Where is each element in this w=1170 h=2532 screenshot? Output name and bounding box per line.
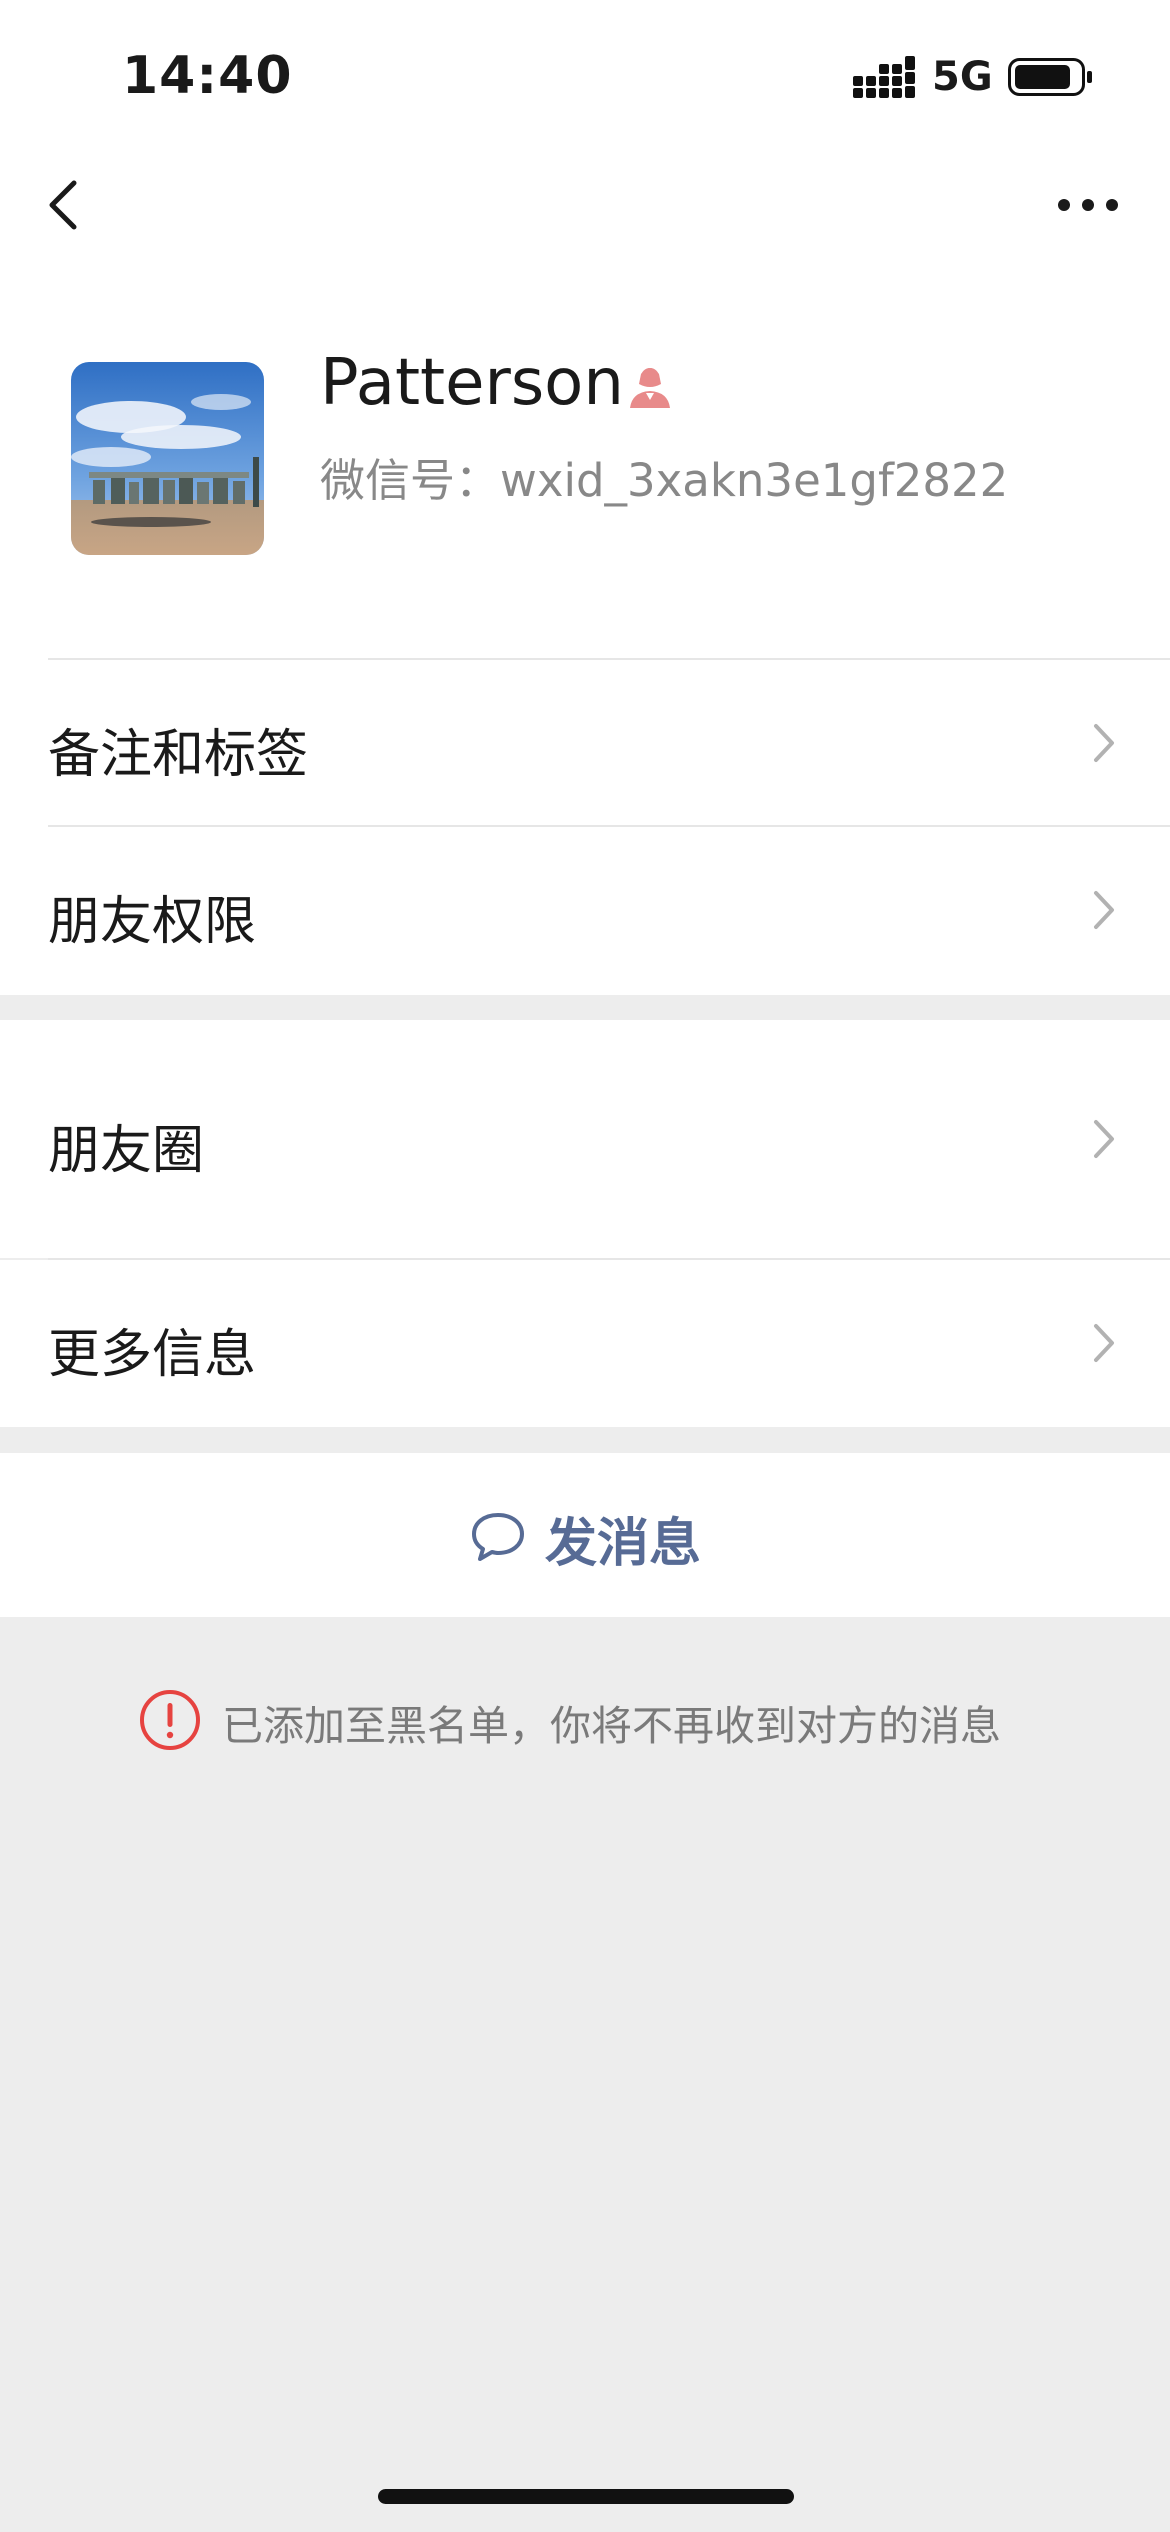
chevron-right-icon: [1094, 1120, 1114, 1158]
section-separator: [0, 1427, 1170, 1453]
list-item-label: 朋友圈: [48, 1121, 205, 1181]
wechat-id-label: 微信号：: [320, 454, 501, 507]
battery-icon: [1008, 58, 1092, 96]
status-bar: 14:40 5G: [0, 0, 1170, 150]
female-icon: [630, 368, 670, 408]
list-item-remarks-tags[interactable]: 备注和标签: [0, 660, 1170, 825]
network-type: 5G: [932, 54, 993, 100]
list-item-more-info[interactable]: 更多信息: [0, 1260, 1170, 1427]
back-button[interactable]: [38, 170, 98, 240]
list-item-moments[interactable]: 朋友圈: [0, 1020, 1170, 1258]
blacklist-notice: 已添加至黑名单，你将不再收到对方的消息: [0, 1680, 1170, 1760]
notice-text: 已添加至黑名单，你将不再收到对方的消息: [222, 1702, 1001, 1750]
chevron-right-icon: [1094, 1324, 1114, 1362]
chevron-right-icon: [1094, 724, 1114, 762]
send-message-label: 发消息: [545, 1514, 702, 1574]
section-separator: [0, 995, 1170, 1020]
wechat-id-value: wxid_3xakn3e1gf2822: [500, 454, 1009, 507]
profile-name: Patterson: [320, 346, 624, 420]
ellipsis-icon: [1058, 199, 1118, 211]
more-options-button[interactable]: [1048, 185, 1128, 225]
home-indicator[interactable]: [378, 2489, 794, 2504]
list-item-label: 朋友权限: [48, 892, 257, 952]
chevron-left-icon: [49, 180, 77, 230]
status-time: 14:40: [122, 46, 293, 106]
send-message-button[interactable]: 发消息: [0, 1453, 1170, 1617]
list-item-friend-permissions[interactable]: 朋友权限: [0, 827, 1170, 995]
avatar-image: [71, 362, 264, 555]
list-item-label: 备注和标签: [48, 725, 309, 785]
warning-circle-icon: [140, 1690, 200, 1750]
list-item-label: 更多信息: [48, 1325, 257, 1385]
chat-bubble-icon: [472, 1513, 524, 1561]
avatar[interactable]: [71, 362, 264, 555]
chevron-right-icon: [1094, 891, 1114, 929]
wechat-id: 微信号：wxid_3xakn3e1gf2822: [320, 444, 1008, 509]
cellular-signal-icon: [853, 56, 915, 98]
